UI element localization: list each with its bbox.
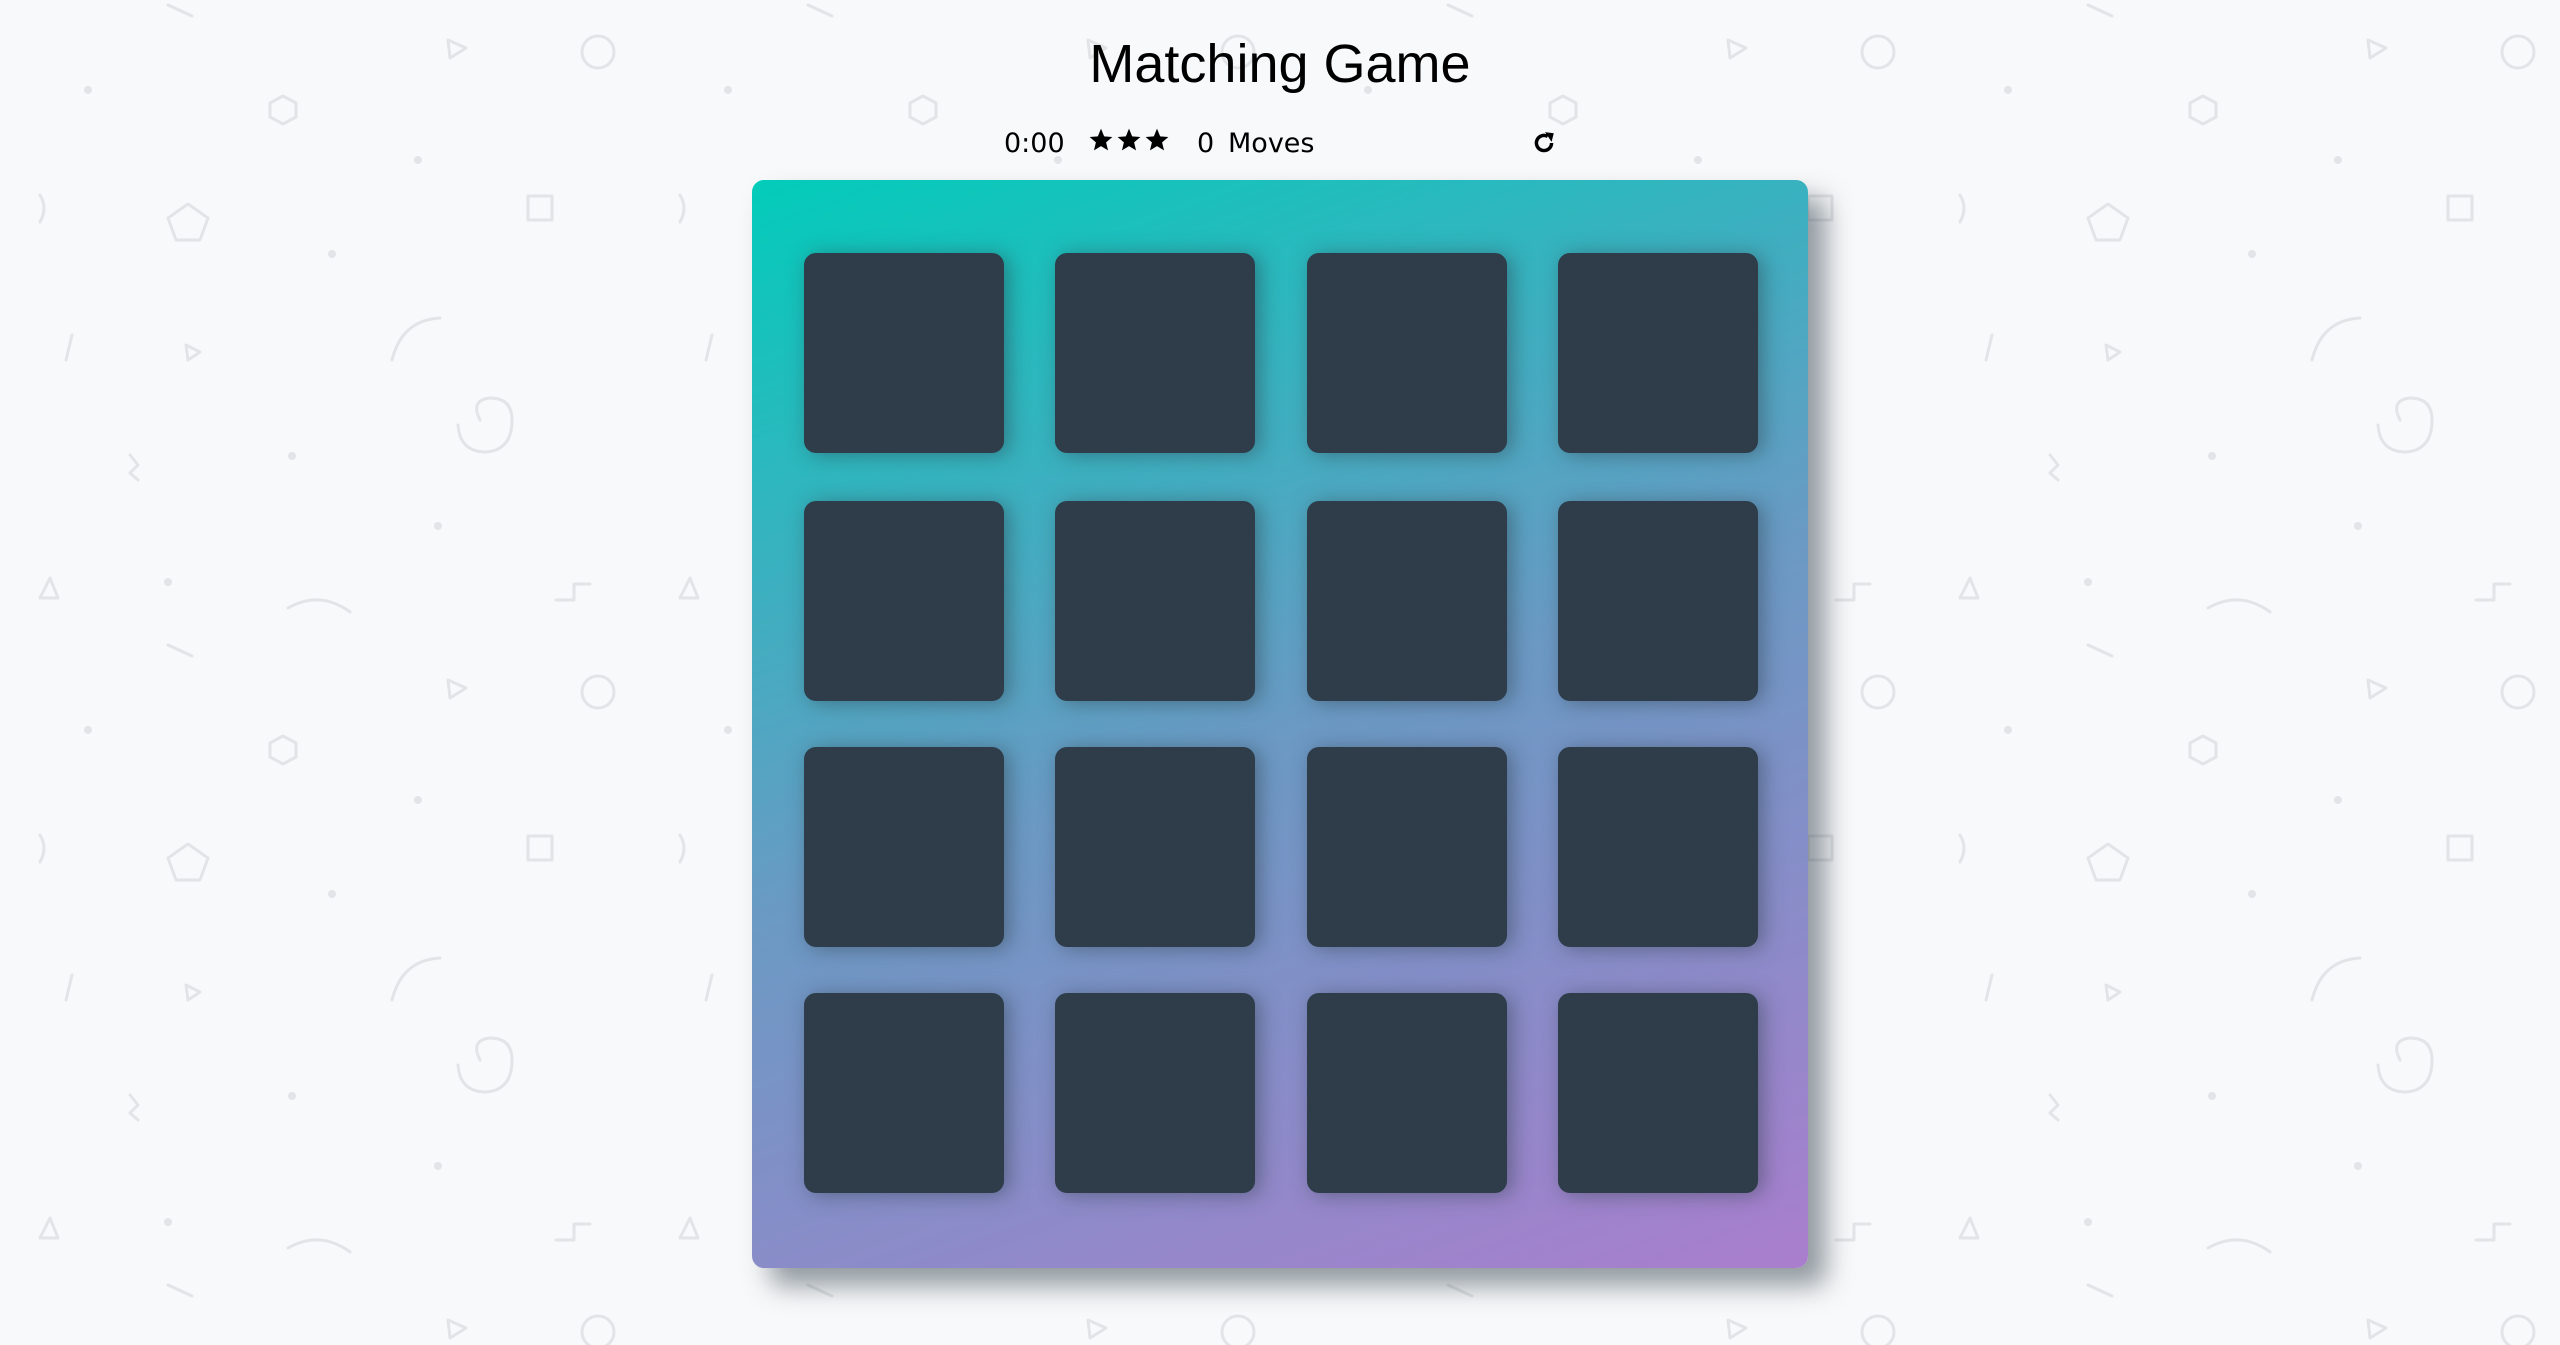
card[interactable] [804, 993, 1004, 1193]
star-icon [1145, 128, 1169, 151]
moves-count: 0 [1197, 128, 1215, 159]
card[interactable] [1307, 501, 1507, 701]
repeat-icon [1534, 132, 1554, 153]
card[interactable] [1055, 747, 1255, 947]
card[interactable] [1558, 253, 1758, 453]
card-deck [752, 180, 1808, 1268]
score-panel: 0:00 0 Moves [1004, 124, 1564, 164]
card[interactable] [1558, 747, 1758, 947]
card[interactable] [1558, 993, 1758, 1193]
card[interactable] [804, 501, 1004, 701]
card[interactable] [804, 253, 1004, 453]
card[interactable] [804, 747, 1004, 947]
page-title: Matching Game [1089, 34, 1471, 94]
moves-label: Moves [1228, 128, 1315, 159]
timer: 0:00 [1004, 128, 1065, 159]
restart-button[interactable] [1531, 130, 1557, 156]
card[interactable] [1307, 253, 1507, 453]
card[interactable] [1055, 501, 1255, 701]
star-rating [1088, 127, 1170, 153]
card[interactable] [1307, 993, 1507, 1193]
star-icon [1117, 128, 1141, 151]
star-icon [1089, 128, 1113, 151]
game-page: Matching Game 0:00 0 Moves [0, 0, 2560, 1345]
card[interactable] [1055, 253, 1255, 453]
card[interactable] [1307, 747, 1507, 947]
card[interactable] [1055, 993, 1255, 1193]
card[interactable] [1558, 501, 1758, 701]
